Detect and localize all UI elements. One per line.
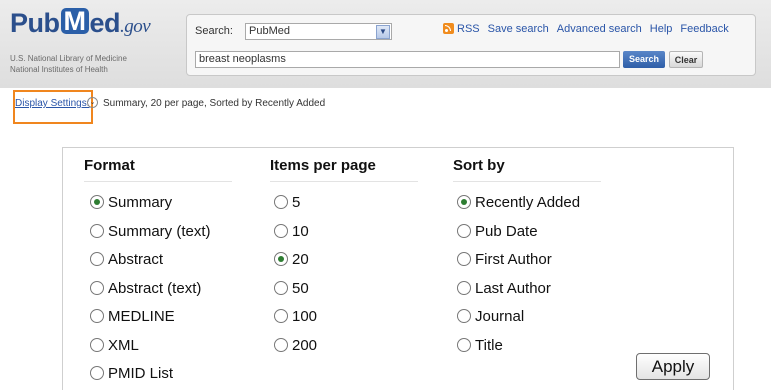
logo-subtitle-library: U.S. National Library of Medicine: [10, 54, 127, 63]
format-option[interactable]: PMID List: [90, 364, 173, 384]
format-option-label: MEDLINE: [108, 308, 175, 325]
format-option[interactable]: Abstract (text): [90, 279, 201, 299]
format-option[interactable]: Summary (text): [90, 222, 211, 242]
format-option[interactable]: MEDLINE: [90, 307, 175, 327]
radio-button[interactable]: [457, 252, 471, 266]
items-per-page-option-label: 50: [292, 280, 309, 297]
radio-button[interactable]: [90, 252, 104, 266]
format-option-label: XML: [108, 337, 139, 354]
top-links: RSS Save search Advanced search Help Feedbac…: [457, 23, 737, 35]
radio-button[interactable]: [274, 281, 288, 295]
radio-button[interactable]: [90, 224, 104, 238]
radio-button[interactable]: [457, 338, 471, 352]
radio-button[interactable]: [90, 195, 104, 209]
sort-by-option[interactable]: First Author: [457, 250, 552, 270]
items-per-page-option-label: 5: [292, 194, 301, 211]
format-option-label: Summary (text): [108, 223, 211, 240]
feedback-link[interactable]: Feedback: [680, 23, 728, 35]
sort-by-option[interactable]: Title: [457, 336, 503, 356]
items-per-page-option-label: 10: [292, 223, 309, 240]
radio-button[interactable]: [90, 309, 104, 323]
rss-link[interactable]: RSS: [457, 23, 480, 35]
radio-button[interactable]: [274, 338, 288, 352]
items-per-page-column: Items per page: [270, 157, 418, 182]
pubmed-logo[interactable]: Pub Med.gov U.S. National Library of Medi…: [10, 8, 180, 78]
items-per-page-option[interactable]: 20: [274, 250, 309, 270]
radio-button[interactable]: [457, 224, 471, 238]
sort-by-column: Sort by: [453, 157, 601, 182]
sort-by-option[interactable]: Recently Added: [457, 193, 580, 213]
sort-by-option-label: First Author: [475, 251, 552, 268]
database-select-value: PubMed: [249, 25, 290, 37]
display-settings-link[interactable]: Display Settings:: [15, 98, 89, 109]
items-per-page-option[interactable]: 200: [274, 336, 317, 356]
radio-button[interactable]: [274, 309, 288, 323]
apply-button[interactable]: Apply: [636, 353, 710, 380]
radio-button[interactable]: [457, 281, 471, 295]
items-per-page-option-label: 20: [292, 251, 309, 268]
items-per-page-option[interactable]: 100: [274, 307, 317, 327]
radio-button[interactable]: [90, 366, 104, 380]
sort-by-option-label: Recently Added: [475, 194, 581, 211]
chevron-down-icon[interactable]: ⌄: [87, 97, 98, 108]
items-per-page-heading: Items per page: [270, 157, 418, 182]
format-option-label: PMID List: [108, 365, 174, 382]
format-option-label: Summary: [108, 194, 173, 211]
database-select[interactable]: PubMed ▼: [245, 23, 392, 40]
sort-by-option[interactable]: Pub Date: [457, 222, 538, 242]
items-per-page-option[interactable]: 5: [274, 193, 300, 213]
format-option[interactable]: Abstract: [90, 250, 163, 270]
sort-by-option-label: Title: [475, 337, 503, 354]
clear-button[interactable]: Clear: [669, 51, 703, 68]
radio-button[interactable]: [90, 281, 104, 295]
rss-icon[interactable]: [443, 23, 454, 34]
items-per-page-option-label: 200: [292, 337, 318, 354]
items-per-page-option[interactable]: 50: [274, 279, 309, 299]
radio-button[interactable]: [274, 252, 288, 266]
sort-by-option-label: Pub Date: [475, 223, 538, 240]
save-search-link[interactable]: Save search: [488, 23, 549, 35]
sort-by-option[interactable]: Last Author: [457, 279, 551, 299]
sort-by-heading: Sort by: [453, 157, 601, 182]
format-heading: Format: [84, 157, 232, 182]
items-per-page-option[interactable]: 10: [274, 222, 309, 242]
format-option-label: Abstract (text): [108, 280, 202, 297]
radio-button[interactable]: [457, 309, 471, 323]
radio-button[interactable]: [274, 195, 288, 209]
sort-by-option[interactable]: Journal: [457, 307, 524, 327]
format-option[interactable]: Summary: [90, 193, 172, 213]
display-settings-summary: Summary, 20 per page, Sorted by Recently…: [103, 98, 326, 109]
chevron-down-icon[interactable]: ▼: [376, 25, 390, 39]
radio-button[interactable]: [90, 338, 104, 352]
search-panel: Search: PubMed ▼ RSS Save search Advanced …: [186, 14, 756, 76]
advanced-search-link[interactable]: Advanced search: [557, 23, 642, 35]
header: Pub Med.gov U.S. National Library of Medi…: [0, 0, 771, 88]
search-label: Search:: [195, 25, 233, 37]
sort-by-option-label: Last Author: [475, 280, 551, 297]
search-button[interactable]: Search: [623, 51, 665, 68]
format-option[interactable]: XML: [90, 336, 139, 356]
items-per-page-option-label: 100: [292, 308, 318, 325]
search-input[interactable]: breast neoplasms: [195, 51, 620, 68]
format-column: Format: [84, 157, 232, 182]
format-option-label: Abstract: [108, 251, 164, 268]
logo-wordmark: Pub Med.gov: [10, 6, 151, 39]
help-link[interactable]: Help: [650, 23, 673, 35]
radio-button[interactable]: [274, 224, 288, 238]
logo-subtitle-institutes: National Institutes of Health: [10, 65, 108, 74]
radio-button[interactable]: [457, 195, 471, 209]
sort-by-option-label: Journal: [475, 308, 525, 325]
